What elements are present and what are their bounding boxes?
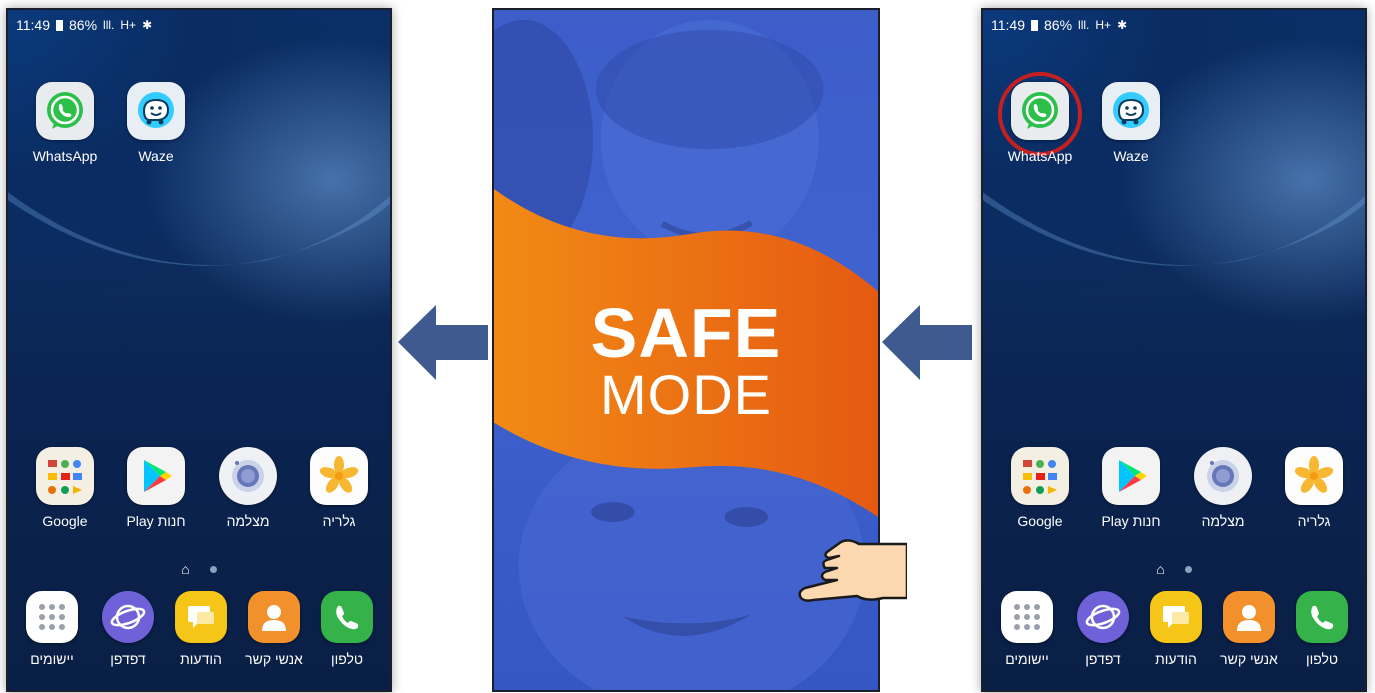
app-google-folder[interactable]: Google [20,447,110,529]
page-indicator: ⌂ [8,561,390,577]
apps-grid-icon [1001,591,1053,643]
app-gallery[interactable]: גלריה [294,447,384,529]
bluetooth-icon: ✱ [1117,18,1128,32]
battery-percent: 86% [1044,17,1073,33]
battery-percent: 86% [69,17,98,33]
app-camera[interactable]: מצלמה [203,447,293,529]
app-label: Play חנות [126,513,186,529]
app-waze[interactable]: Waze [1086,82,1176,164]
phone-icon [321,591,373,643]
app-label: Google [42,513,88,529]
contacts-icon [248,591,300,643]
wallpaper-wave [8,192,390,266]
status-time: 11:49 [991,17,1025,33]
phone-screen-before: 11:49 86% lll. H+ ✱ WhatsApp Waze Google [981,8,1367,692]
app-camera[interactable]: מצלמה [1178,447,1268,529]
app-label: WhatsApp [32,148,98,164]
app-play-store[interactable]: Play חנות [1086,447,1176,529]
app-label: Waze [1113,148,1149,164]
waze-icon [1102,82,1160,140]
phone-icon [1296,591,1348,643]
wallpaper-wave [983,192,1365,266]
network-type-icon: H+ [1095,18,1112,32]
play-store-icon [1102,447,1160,505]
app-google-folder[interactable]: Google [995,447,1085,529]
page-dot [209,565,217,573]
browser-icon [1077,591,1129,643]
home-page-icon: ⌂ [181,561,190,577]
app-label: Play חנות [1101,513,1161,529]
gallery-icon [310,447,368,505]
app-label: גלריה [1297,513,1331,529]
dock-phone[interactable]: טלפון [304,591,390,667]
arrow-left-icon [398,305,488,380]
app-label: גלריה [322,513,356,529]
contacts-icon [1223,591,1275,643]
app-label: מצלמה [1201,513,1245,529]
phone-screen-result: 11:49 86% lll. H+ ✱ WhatsApp Waze Google [6,8,392,692]
safe-mode-subtitle: MODE [600,363,772,426]
google-folder-icon [1011,447,1069,505]
status-time: 11:49 [16,17,50,33]
messages-icon [175,591,227,643]
browser-icon [102,591,154,643]
app-waze[interactable]: Waze [111,82,201,164]
battery-icon [56,19,63,31]
safe-mode-title: SAFE [590,294,782,372]
app-label: מצלמה [226,513,270,529]
waze-icon [127,82,185,140]
arrow-left-icon [882,305,972,380]
whatsapp-icon [1011,82,1069,140]
home-page-icon: ⌂ [1156,561,1165,577]
app-label: Waze [138,148,174,164]
whatsapp-icon [36,82,94,140]
page-indicator: ⌂ [983,561,1365,577]
battery-icon [1031,19,1038,31]
app-whatsapp[interactable]: WhatsApp [20,82,110,164]
camera-icon [1194,447,1252,505]
app-label: Google [1017,513,1063,529]
app-gallery[interactable]: גלריה [1269,447,1359,529]
signal-icon: lll. [103,18,115,32]
app-play-store[interactable]: Play חנות [111,447,201,529]
gallery-icon [1285,447,1343,505]
status-bar: 11:49 86% lll. H+ ✱ [16,14,152,36]
page-dot [1184,565,1192,573]
network-type-icon: H+ [120,18,137,32]
messages-icon [1150,591,1202,643]
play-store-icon [127,447,185,505]
apps-grid-icon [26,591,78,643]
pointing-hand-icon [798,539,907,602]
app-label: טלפון [330,651,364,667]
app-label: טלפון [1305,651,1339,667]
dock-phone[interactable]: טלפון [1279,591,1365,667]
app-label: WhatsApp [1007,148,1073,164]
status-bar: 11:49 86% lll. H+ ✱ [991,14,1127,36]
google-folder-icon [36,447,94,505]
signal-icon: lll. [1078,18,1090,32]
camera-icon [219,447,277,505]
app-whatsapp[interactable]: WhatsApp [995,82,1085,164]
bluetooth-icon: ✱ [142,18,153,32]
